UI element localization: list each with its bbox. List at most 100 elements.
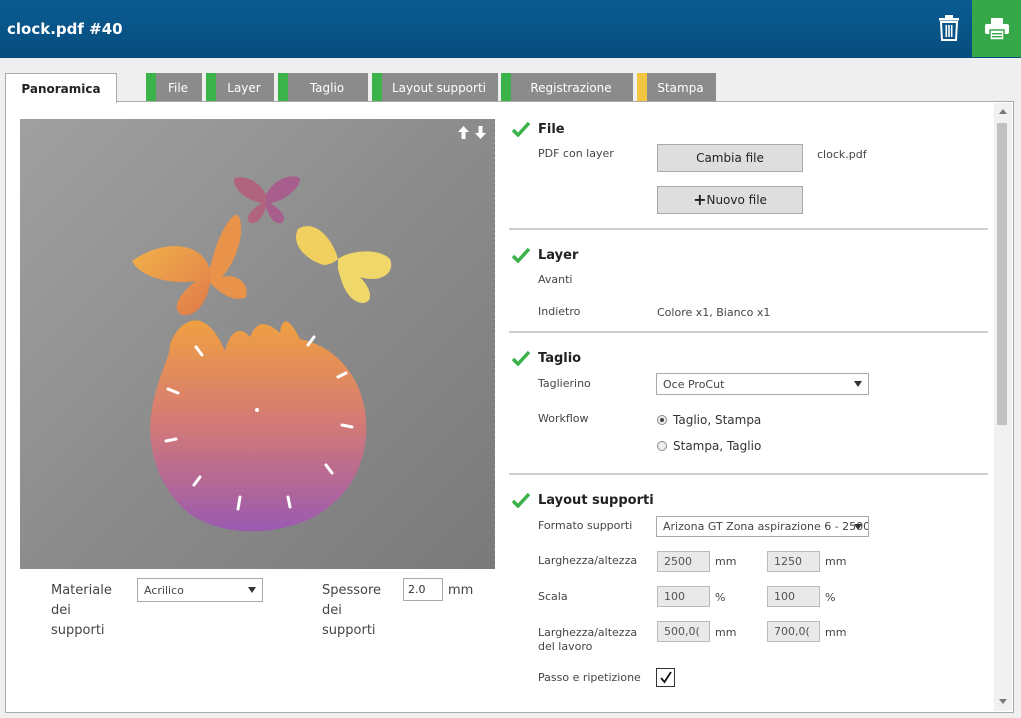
thickness-unit: mm xyxy=(448,583,474,598)
section-divider xyxy=(509,331,988,333)
tab-stampa[interactable]: Stampa xyxy=(637,73,716,102)
scale-label: Scala xyxy=(538,590,568,603)
file-section-title: File xyxy=(512,121,565,137)
new-file-button[interactable]: + Nuovo file xyxy=(657,186,803,214)
change-file-button[interactable]: Cambia file xyxy=(657,144,803,172)
height-input[interactable]: 1250 xyxy=(767,551,820,572)
scrollbar-thumb[interactable] xyxy=(997,123,1007,425)
job-size-label: Larghezza/altezza del lavoro xyxy=(538,626,638,653)
media-format-select[interactable]: Arizona GT Zona aspirazione 6 - 2500 x xyxy=(656,516,869,537)
job-height-input[interactable]: 700,0( xyxy=(767,621,820,642)
check-icon xyxy=(512,492,530,508)
back-label: Indietro xyxy=(538,305,581,318)
job-height-unit: mm xyxy=(825,626,847,639)
thickness-label: Spessore dei supporti xyxy=(322,583,382,638)
scale-x-unit: % xyxy=(715,591,726,604)
scale-x-input[interactable]: 100 xyxy=(657,586,710,607)
media-format-value: Arizona GT Zona aspirazione 6 - 2500 x xyxy=(663,520,869,533)
status-marker xyxy=(372,73,382,102)
arrow-up-icon[interactable] xyxy=(457,125,470,140)
cutter-label: Taglierino xyxy=(538,377,591,390)
section-divider xyxy=(509,473,988,475)
arrow-down-icon[interactable] xyxy=(474,125,487,140)
print-button[interactable] xyxy=(972,0,1021,57)
document-title: clock.pdf #40 xyxy=(7,20,123,38)
scroll-up-icon[interactable] xyxy=(999,109,1007,114)
section-title-text: Layout supporti xyxy=(538,492,654,508)
status-marker xyxy=(637,73,647,102)
height-unit: mm xyxy=(825,555,847,568)
tab-label: Taglio xyxy=(309,80,345,95)
status-marker xyxy=(146,73,156,102)
radio-selected-icon xyxy=(657,415,667,425)
tab-taglio[interactable]: Taglio xyxy=(278,73,368,102)
job-width-input[interactable]: 500,0( xyxy=(657,621,710,642)
width-unit: mm xyxy=(715,555,737,568)
scroll-down-icon[interactable] xyxy=(999,699,1007,704)
chevron-down-icon xyxy=(854,381,862,387)
app-header: clock.pdf #40 xyxy=(0,0,1021,58)
radio-label: Stampa, Taglio xyxy=(673,439,762,453)
tab-label: File xyxy=(167,80,189,95)
scale-y-unit: % xyxy=(825,591,836,604)
tab-label: Stampa xyxy=(657,80,704,95)
tab-label: Layout supporti xyxy=(391,80,486,95)
trash-icon xyxy=(939,15,959,41)
tab-layer[interactable]: Layer xyxy=(206,73,274,102)
checkmark-icon xyxy=(659,671,672,683)
tab-file[interactable]: File xyxy=(146,73,202,102)
back-value: Colore x1, Bianco x1 xyxy=(657,306,771,319)
radio-unselected-icon xyxy=(657,441,667,451)
width-input[interactable]: 2500 xyxy=(657,551,710,572)
workflow-label: Workflow xyxy=(538,412,589,425)
clock-artwork-image xyxy=(132,176,392,532)
pdf-layer-label: PDF con layer xyxy=(538,147,614,160)
button-label: Cambia file xyxy=(696,151,764,165)
section-title-text: Taglio xyxy=(538,350,582,366)
material-select[interactable]: Acrilico xyxy=(137,578,263,602)
scale-y-input[interactable]: 100 xyxy=(767,586,820,607)
button-label: Nuovo file xyxy=(706,193,767,207)
job-width-value: 500,0( xyxy=(664,625,700,638)
status-marker xyxy=(206,73,216,102)
check-icon xyxy=(512,121,530,137)
tab-registrazione[interactable]: Registrazione xyxy=(501,73,633,102)
workflow-option-cut-print[interactable]: Taglio, Stampa xyxy=(657,413,761,427)
cutter-value: Oce ProCut xyxy=(663,377,725,391)
material-label: Materiale dei supporti xyxy=(51,583,112,638)
printer-icon xyxy=(984,17,1009,40)
tab-layout-supporti[interactable]: Layout supporti xyxy=(372,73,498,102)
scale-x-value: 100 xyxy=(664,590,685,603)
step-repeat-label: Passo e ripetizione xyxy=(538,671,641,684)
material-value: Acrilico xyxy=(144,583,184,597)
thickness-input[interactable]: 2.0 xyxy=(403,578,443,601)
chevron-down-icon xyxy=(854,523,862,530)
radio-label: Taglio, Stampa xyxy=(673,413,762,427)
tab-panoramica[interactable]: Panoramica xyxy=(5,73,117,103)
width-value: 2500 xyxy=(664,555,692,568)
preview-order-controls xyxy=(457,125,487,140)
job-height-value: 700,0( xyxy=(774,625,810,638)
section-divider xyxy=(509,228,988,230)
chevron-down-icon xyxy=(248,587,256,593)
workflow-option-print-cut[interactable]: Stampa, Taglio xyxy=(657,439,761,453)
status-marker xyxy=(501,73,511,102)
tab-label: Layer xyxy=(227,80,261,95)
layout-section-title: Layout supporti xyxy=(512,492,654,508)
print-preview xyxy=(20,119,495,569)
tab-label: Panoramica xyxy=(21,81,101,96)
tab-label: Registrazione xyxy=(530,80,612,95)
vertical-scrollbar[interactable] xyxy=(994,103,1012,711)
height-value: 1250 xyxy=(774,555,802,568)
check-icon xyxy=(512,350,530,366)
step-repeat-checkbox[interactable] xyxy=(656,668,675,687)
section-title-text: File xyxy=(538,121,565,137)
filename-value: clock.pdf xyxy=(817,148,867,161)
section-title-text: Layer xyxy=(538,247,579,263)
job-width-unit: mm xyxy=(715,626,737,639)
plus-icon: + xyxy=(693,190,707,209)
cutter-select[interactable]: Oce ProCut xyxy=(656,373,869,395)
delete-button[interactable] xyxy=(930,9,968,47)
check-icon xyxy=(512,247,530,263)
cut-section-title: Taglio xyxy=(512,350,581,366)
